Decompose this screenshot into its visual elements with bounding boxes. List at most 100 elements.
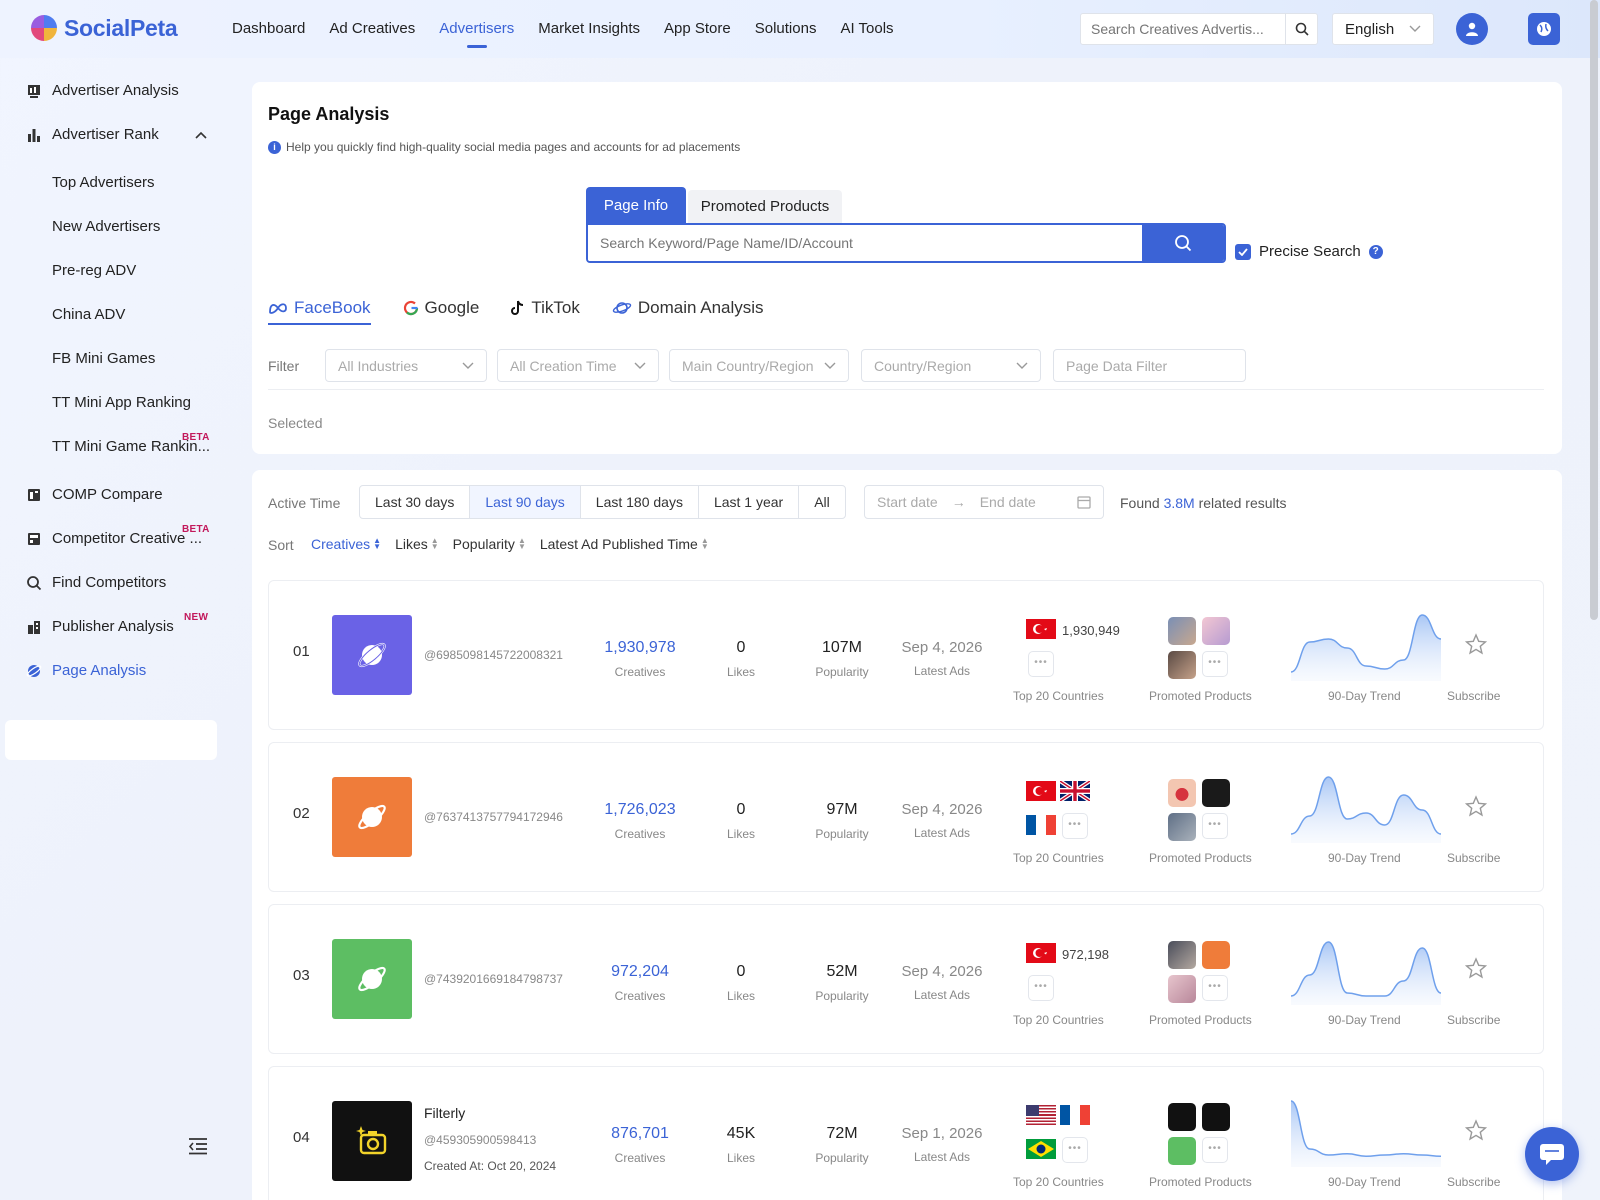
sidebar-item-advertiser-analysis[interactable]: Advertiser Analysis <box>26 82 179 99</box>
time-last-90-days[interactable]: Last 90 days <box>469 485 581 519</box>
nav-app-store[interactable]: App Store <box>652 0 743 58</box>
product-thumbnail[interactable] <box>1168 617 1196 645</box>
result-row[interactable]: 04 Filterly @459305900598413 Created At:… <box>268 1066 1544 1200</box>
header-search-input[interactable] <box>1081 21 1285 37</box>
product-thumbnail[interactable] <box>1168 779 1196 807</box>
nav-ad-creatives[interactable]: Ad Creatives <box>317 0 427 58</box>
chat-button[interactable] <box>1525 1127 1579 1181</box>
sidebar-item-new-advertisers[interactable]: New Advertisers <box>52 218 160 235</box>
page-id[interactable]: @459305900598413 <box>424 1133 536 1147</box>
more-products-button[interactable]: ••• <box>1202 651 1228 677</box>
header-search-button[interactable] <box>1285 14 1317 44</box>
creatives-value[interactable]: 1,726,023 <box>585 801 695 819</box>
product-thumbnail[interactable] <box>1202 617 1230 645</box>
sidebar-item-tt-mini-app-ranking[interactable]: TT Mini App Ranking <box>52 394 191 411</box>
creation-time-filter[interactable]: All Creation Time <box>497 349 659 382</box>
page-search-button[interactable] <box>1142 225 1224 261</box>
page-thumbnail[interactable] <box>332 939 412 1019</box>
sort-latest-ad-time[interactable]: Latest Ad Published Time ▲ ▼ <box>540 536 709 552</box>
product-thumbnail[interactable] <box>1202 779 1230 807</box>
more-countries-button[interactable]: ••• <box>1028 651 1054 677</box>
star-icon[interactable] <box>1465 1119 1487 1141</box>
chevron-up-icon[interactable] <box>195 131 207 139</box>
tab-page-info[interactable]: Page Info <box>586 187 686 224</box>
product-thumbnail[interactable] <box>1202 1103 1230 1131</box>
page-data-filter[interactable]: Page Data Filter <box>1053 349 1246 382</box>
precise-search-checkbox[interactable] <box>1235 243 1251 260</box>
creatives-value[interactable]: 972,204 <box>585 963 695 981</box>
tab-tiktok[interactable]: TikTok <box>511 298 580 325</box>
result-row[interactable]: 01 @6985098145722008321 1,930,978 Creativ… <box>268 580 1544 730</box>
more-products-button[interactable]: ••• <box>1202 975 1228 1001</box>
help-text-label: Help you quickly find high-quality socia… <box>286 140 741 154</box>
help-icon[interactable]: ? <box>1368 244 1383 259</box>
product-thumbnail[interactable] <box>1202 941 1230 969</box>
collapse-sidebar-button[interactable] <box>188 1137 208 1160</box>
more-products-button[interactable]: ••• <box>1202 813 1228 839</box>
result-row[interactable]: 03 @7439201669184798737 972,204 Creatives… <box>268 904 1544 1054</box>
planet-icon <box>358 642 386 668</box>
tab-domain-analysis[interactable]: Domain Analysis <box>612 298 764 325</box>
sidebar-item-find-competitors[interactable]: Find Competitors <box>26 574 166 591</box>
time-last-180-days[interactable]: Last 180 days <box>579 485 699 519</box>
creatives-value[interactable]: 1,930,978 <box>585 639 695 657</box>
page-id[interactable]: @7439201669184798737 <box>424 972 563 986</box>
globe-button[interactable] <box>1528 13 1560 45</box>
nav-market-insights[interactable]: Market Insights <box>526 0 652 58</box>
star-icon[interactable] <box>1465 957 1487 979</box>
time-last-30-days[interactable]: Last 30 days <box>359 485 471 519</box>
time-all[interactable]: All <box>798 485 846 519</box>
tab-promoted-products[interactable]: Promoted Products <box>688 190 842 224</box>
more-countries-button[interactable]: ••• <box>1062 1137 1088 1163</box>
nav-ai-tools[interactable]: AI Tools <box>828 0 905 58</box>
product-thumbnail[interactable] <box>1168 1137 1196 1165</box>
page-id[interactable]: @6985098145722008321 <box>424 648 563 662</box>
product-thumbnail[interactable] <box>1168 941 1196 969</box>
main-country-filter[interactable]: Main Country/Region <box>669 349 849 382</box>
more-countries-button[interactable]: ••• <box>1062 813 1088 839</box>
sidebar-item-page-analysis[interactable]: Page Analysis <box>26 662 146 679</box>
sidebar-item-fb-mini-games[interactable]: FB Mini Games <box>52 350 155 367</box>
time-last-1-year[interactable]: Last 1 year <box>697 485 800 519</box>
logo[interactable]: SocialPeta <box>30 14 178 42</box>
page-thumbnail[interactable] <box>332 615 412 695</box>
product-thumbnail[interactable] <box>1168 975 1196 1003</box>
page-search-input[interactable] <box>588 225 1142 261</box>
creatives-value[interactable]: 876,701 <box>585 1125 695 1143</box>
date-range-picker[interactable]: Start date → End date <box>864 485 1104 519</box>
nav-dashboard[interactable]: Dashboard <box>220 0 317 58</box>
chat-icon <box>1540 1144 1564 1165</box>
sidebar-item-advertiser-rank[interactable]: Advertiser Rank <box>26 126 207 143</box>
sort-likes[interactable]: Likes ▲ ▼ <box>395 536 439 552</box>
result-row[interactable]: 02 @7637413757794172946 1,726,023 Creativ… <box>268 742 1544 892</box>
page-thumbnail[interactable] <box>332 1101 412 1181</box>
more-countries-button[interactable]: ••• <box>1028 975 1054 1001</box>
star-icon[interactable] <box>1465 633 1487 655</box>
more-products-button[interactable]: ••• <box>1202 1137 1228 1163</box>
sidebar-item-competitor-creative[interactable]: Competitor Creative ... <box>26 530 202 547</box>
sort-popularity[interactable]: Popularity ▲ ▼ <box>453 536 526 552</box>
product-thumbnail[interactable] <box>1168 1103 1196 1131</box>
sidebar-item-publisher-analysis[interactable]: Publisher Analysis <box>26 618 174 635</box>
sort-creatives[interactable]: Creatives ▲ ▼ <box>311 536 381 552</box>
user-avatar[interactable] <box>1456 13 1488 45</box>
sidebar-item-comp-compare[interactable]: COMP Compare <box>26 486 163 503</box>
nav-advertisers[interactable]: Advertisers <box>427 0 526 58</box>
language-select[interactable]: English <box>1332 13 1434 45</box>
sidebar-item-pre-reg-adv[interactable]: Pre-reg ADV <box>52 262 136 279</box>
star-icon[interactable] <box>1465 795 1487 817</box>
page-id[interactable]: @7637413757794172946 <box>424 810 563 824</box>
tab-facebook[interactable]: FaceBook <box>268 298 371 325</box>
industry-filter[interactable]: All Industries <box>325 349 487 382</box>
sidebar-label: Publisher Analysis <box>52 618 174 635</box>
sidebar-item-top-advertisers[interactable]: Top Advertisers <box>52 174 155 191</box>
sidebar-item-china-adv[interactable]: China ADV <box>52 306 125 323</box>
product-thumbnail[interactable] <box>1168 813 1196 841</box>
tab-google[interactable]: Google <box>403 298 479 325</box>
scrollbar[interactable] <box>1590 0 1598 620</box>
page-name[interactable]: Filterly <box>424 1105 465 1121</box>
page-thumbnail[interactable] <box>332 777 412 857</box>
country-filter[interactable]: Country/Region <box>861 349 1041 382</box>
product-thumbnail[interactable] <box>1168 651 1196 679</box>
nav-solutions[interactable]: Solutions <box>743 0 829 58</box>
